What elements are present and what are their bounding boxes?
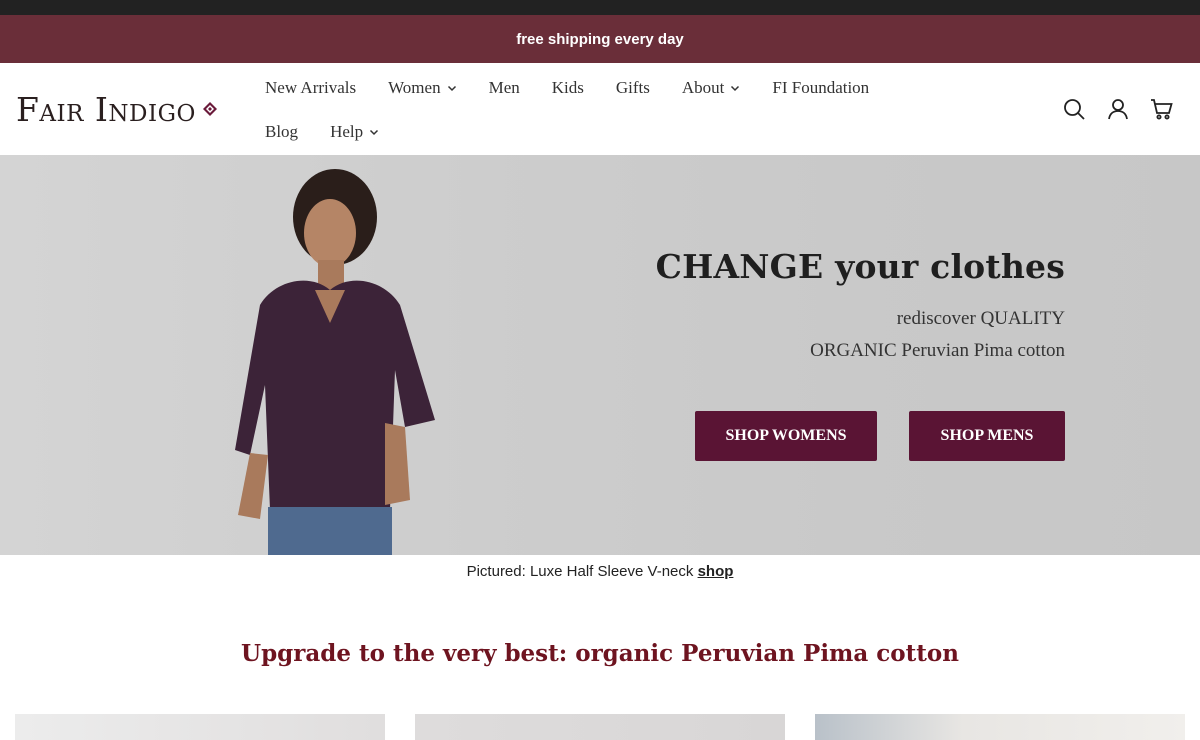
site-header: Fair Indigo New Arrivals Women Men Kids Gift…: [0, 63, 1200, 155]
nav-item-label: Gifts: [615, 78, 650, 97]
nav-item-blog[interactable]: Blog: [265, 122, 298, 142]
cart-icon[interactable]: [1150, 97, 1174, 121]
nav-item-label: FI Foundation: [772, 78, 870, 97]
shop-womens-button[interactable]: SHOP WOMENS: [695, 411, 877, 461]
brand-name: Fair Indigo: [16, 89, 196, 129]
search-icon[interactable]: [1062, 97, 1086, 121]
diamond-logo-icon: [202, 102, 217, 116]
nav-item-label: Kids: [551, 78, 584, 97]
nav-item-label: About: [681, 78, 725, 97]
caption-shop-link[interactable]: shop: [698, 563, 734, 580]
hero-copy: CHANGE your clothes rediscover QUALITY O…: [656, 247, 1065, 362]
nav-item-men[interactable]: Men: [489, 78, 520, 98]
hero-subtitle-cotton: ORGANIC Peruvian Pima cotton: [810, 340, 1065, 361]
hero-title: CHANGE your clothes: [655, 247, 1065, 286]
chevron-down-icon: [447, 85, 456, 92]
nav-item-label: Men: [488, 78, 520, 97]
account-icon[interactable]: [1106, 97, 1130, 121]
nav-item-women[interactable]: Women: [388, 78, 456, 98]
brand-logo[interactable]: Fair Indigo: [16, 89, 217, 129]
shop-mens-button[interactable]: SHOP MENS: [909, 411, 1065, 461]
promo-text: free shipping every day: [516, 30, 684, 48]
nav-item-kids[interactable]: Kids: [552, 78, 584, 98]
nav-item-label: Women: [388, 78, 441, 97]
nav-row-secondary: Blog Help: [265, 119, 965, 145]
chevron-down-icon: [370, 129, 379, 136]
nav-item-help[interactable]: Help: [330, 122, 379, 142]
hero-banner: CHANGE your clothes rediscover QUALITY O…: [0, 155, 1200, 555]
nav-item-label: New Arrivals: [265, 78, 357, 97]
hero-subtitle-quality: rediscover QUALITY: [896, 308, 1065, 329]
product-card-image[interactable]: [415, 714, 785, 740]
nav-item-about[interactable]: About: [682, 78, 741, 98]
nav-item-fi-foundation[interactable]: FI Foundation: [772, 78, 869, 98]
main-nav: New Arrivals Women Men Kids Gifts About FI Fou…: [265, 75, 965, 163]
product-card-image[interactable]: [15, 714, 385, 740]
promo-bar: free shipping every day: [0, 15, 1200, 63]
nav-item-label: Blog: [265, 122, 299, 141]
product-card-image[interactable]: [815, 714, 1185, 740]
section-heading: Upgrade to the very best: organic Peruvi…: [241, 640, 959, 667]
nav-item-label: Help: [330, 122, 364, 141]
nav-item-gifts[interactable]: Gifts: [616, 78, 650, 98]
model-photo: [235, 169, 435, 555]
chevron-down-icon: [731, 85, 740, 92]
hero-caption: Pictured: Luxe Half Sleeve V-neck shop: [0, 563, 1200, 580]
hero-buttons: SHOP WOMENS SHOP MENS: [695, 411, 1065, 461]
nav-row-primary: New Arrivals Women Men Kids Gifts About FI Fou…: [265, 75, 965, 101]
caption-text: Pictured: Luxe Half Sleeve V-neck: [466, 563, 698, 580]
nav-item-new-arrivals[interactable]: New Arrivals: [265, 78, 356, 98]
browser-topbar: [0, 0, 1200, 15]
header-icons: [1042, 97, 1174, 121]
